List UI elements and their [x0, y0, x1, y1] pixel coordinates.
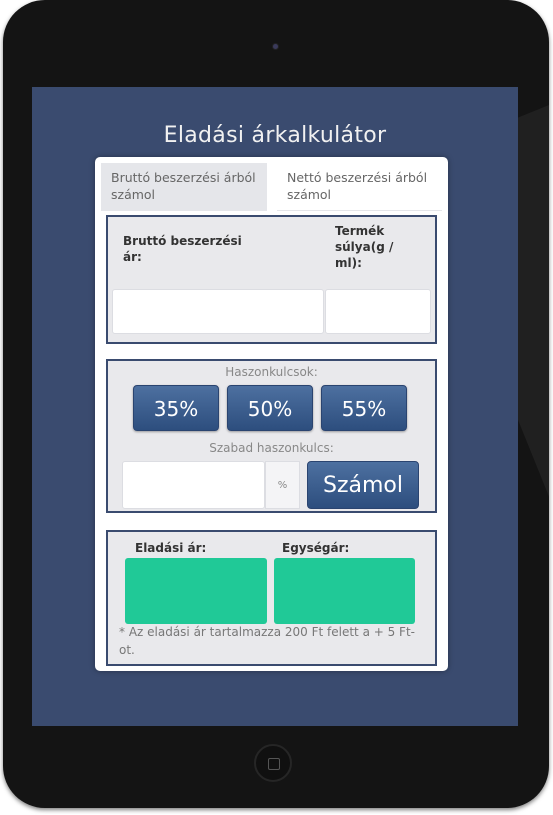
tab-bar: Bruttó beszerzési árból számol Nettó bes… — [101, 163, 442, 211]
input-panel: Bruttó beszerzési ár: Termék súlya(g / m… — [108, 217, 435, 342]
margin-heading: Haszonkulcsok: — [225, 365, 318, 379]
percent-addon: % — [265, 461, 300, 509]
screen: Eladási árkalkulátor Bruttó beszerzési á… — [32, 87, 518, 726]
sale-price-label: Eladási ár: — [135, 541, 207, 555]
margin-50-button[interactable]: 50% — [227, 385, 313, 431]
sale-price-output — [125, 558, 267, 624]
weight-label: Termék súlya(g / ml): — [335, 224, 394, 270]
calculator-card: Bruttó beszerzési árból számol Nettó bes… — [95, 157, 448, 671]
tab-gross[interactable]: Bruttó beszerzési árból számol — [101, 163, 267, 211]
tab-net[interactable]: Nettó beszerzési árból számol — [277, 163, 442, 211]
margin-panel: Haszonkulcsok: 35% 50% 55% Szabad haszon… — [108, 361, 435, 511]
page-title: Eladási árkalkulátor — [163, 123, 387, 148]
tablet-frame: Eladási árkalkulátor Bruttó beszerzési á… — [3, 0, 549, 808]
unit-price-label: Egységár: — [282, 541, 350, 555]
gross-price-input[interactable] — [112, 289, 324, 334]
custom-margin-input[interactable] — [122, 461, 265, 509]
custom-margin-label: Szabad haszonkulcs: — [209, 441, 334, 455]
home-icon — [268, 758, 280, 770]
calculate-button[interactable]: Számol — [307, 461, 419, 509]
unit-price-output — [274, 558, 415, 624]
camera-icon — [273, 44, 278, 49]
home-button[interactable] — [254, 744, 292, 782]
margin-55-button[interactable]: 55% — [321, 385, 407, 431]
weight-input[interactable] — [325, 289, 431, 334]
gross-price-label: Bruttó beszerzési ár: — [123, 234, 242, 264]
price-note: * Az eladási ár tartalmazza 200 Ft felet… — [119, 625, 415, 657]
margin-35-button[interactable]: 35% — [133, 385, 219, 431]
